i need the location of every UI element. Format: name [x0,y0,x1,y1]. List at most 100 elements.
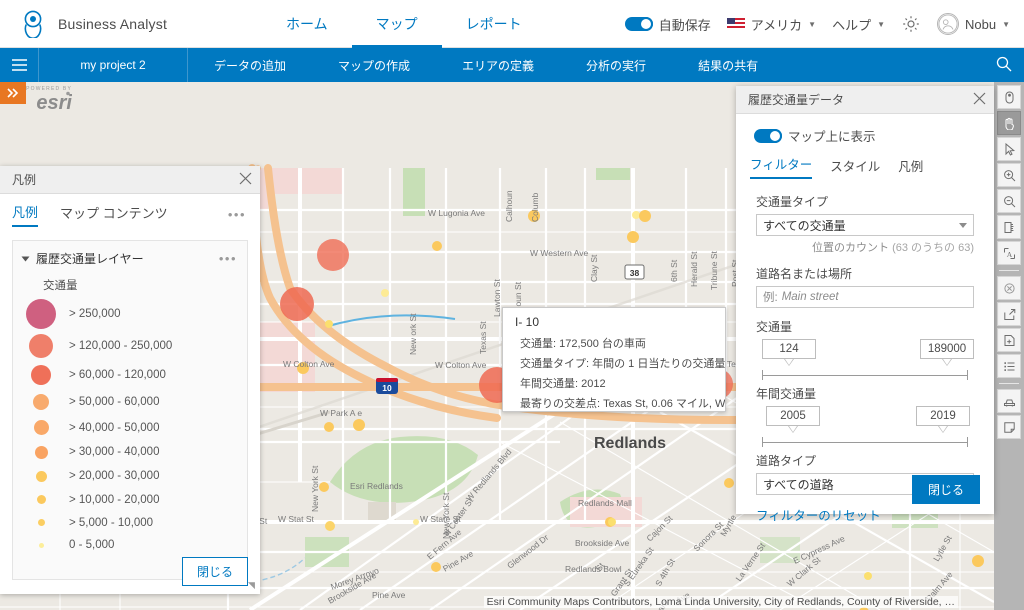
nav-map[interactable]: マップ [351,0,442,49]
tab-legend[interactable]: 凡例 [898,156,923,179]
filter-close-button[interactable]: 閉じる [911,475,980,504]
main-nav: ホーム マップ レポート [262,0,546,49]
svg-text:38: 38 [630,268,640,278]
nav-home[interactable]: ホーム [262,0,352,48]
ellipsis-icon[interactable]: ••• [219,251,237,266]
autosave-label: 自動保存 [658,17,711,33]
legend-class: > 50,000 - 60,000 [13,389,247,415]
show-on-map-toggle[interactable]: マップ上に表示 [736,114,994,153]
project-name[interactable]: my project 2 [38,48,188,82]
location-pin-icon [20,10,46,38]
svg-text:W Stat St: W Stat St [278,514,315,524]
nav-reports[interactable]: レポート [442,0,546,48]
select-arrow-icon[interactable] [997,137,1021,161]
hamburger-icon[interactable] [0,48,38,82]
volume-min-value[interactable]: 124 [762,339,816,366]
gear-icon [903,16,919,32]
legend-panel: 凡例 凡例 マップ コンテンツ ••• 履歴交通量レイヤー ••• 交通量 > … [0,166,260,594]
chevron-down-icon[interactable] [21,256,30,261]
export-icon[interactable] [997,302,1021,326]
legend-field-label: 交通量 [43,280,78,292]
ellipsis-icon[interactable]: ••• [228,207,246,222]
step-create-map[interactable]: マップの作成 [312,48,436,82]
svg-text:Brookside Ave: Brookside Ave [575,538,629,548]
legend-swatch [13,445,69,459]
tab-filter[interactable]: フィルター [750,154,813,179]
legend-class-label: > 50,000 - 60,000 [69,396,160,408]
year-max-value[interactable]: 2019 [916,406,970,433]
expand-panel-button[interactable] [0,82,26,104]
map-feature-popup[interactable]: I- 10 交通量: 172,500 台の車両 交通量タイプ: 年間の 1 日当… [502,307,726,412]
header-right: 自動保存 アメリカ ▼ ヘルプ ▼ Nobu ▼ [624,0,1010,48]
app-title: Business Analyst [58,16,168,32]
user-menu[interactable]: Nobu ▼ [937,13,1010,35]
reset-filters-link[interactable]: フィルターのリセット [756,505,881,524]
road-type-label: 道路タイプ [756,454,817,468]
year-range-slider[interactable]: 2005 2019 [756,406,974,450]
legend-class: 0 - 5,000 [13,534,247,556]
toolbar-divider [999,270,1019,271]
tab-legend[interactable]: 凡例 [12,202,39,227]
traffic-type-select[interactable]: すべての交通量 [756,214,974,236]
show-on-map-label: マップ上に表示 [788,130,876,144]
close-icon[interactable] [239,172,252,188]
location-count: 位置のカウント (63 のうちの 63) [756,239,974,255]
svg-text:W Colton Ave: W Colton Ave [283,359,335,369]
slider-min-cap [762,437,763,447]
legend-close-button[interactable]: 閉じる [181,557,248,586]
filter-panel: 履歴交通量データ マップ上に表示 フィルター スタイル 凡例 交通量タイプ すべ… [736,86,994,523]
top-header: Business Analyst ホーム マップ レポート 自動保存 アメリカ … [0,0,1024,49]
clear-icon[interactable] [997,276,1021,300]
settings-button[interactable] [901,14,921,34]
year-min-value[interactable]: 2005 [766,406,820,433]
zoom-out-icon[interactable] [997,189,1021,213]
step-add-data[interactable]: データの追加 [188,48,312,82]
add-page-icon[interactable] [997,328,1021,352]
country-selector[interactable]: アメリカ ▼ [726,15,816,34]
search-icon[interactable] [996,56,1012,75]
volume-max-value[interactable]: 189000 [920,339,974,366]
legend-swatch [13,542,69,548]
drive-time-icon[interactable] [997,389,1021,413]
add-text-icon[interactable]: A [997,241,1021,265]
legend-layer-row[interactable]: 履歴交通量レイヤー ••• [13,241,247,271]
slider-track[interactable] [762,442,968,443]
note-icon[interactable] [997,415,1021,439]
legend-class: > 120,000 - 250,000 [13,331,247,361]
legend-class-label: > 60,000 - 120,000 [69,369,166,381]
close-icon[interactable] [973,92,986,108]
filter-panel-header: 履歴交通量データ [736,86,994,114]
help-menu[interactable]: ヘルプ ▼ [832,15,885,34]
step-share-results[interactable]: 結果の共有 [672,48,784,82]
location-count-label: 位置のカウント [812,242,890,254]
svg-text:W Colton Ave: W Colton Ave [435,360,487,370]
bookmark-icon[interactable] [997,85,1021,109]
street-name-input[interactable]: 例: Main street [756,286,974,308]
traffic-type-value: すべての交通量 [763,218,846,233]
legend-class: > 30,000 - 40,000 [13,440,247,464]
resize-handle-icon[interactable]: ◥ [248,580,258,590]
step-define-area[interactable]: エリアの定義 [436,48,560,82]
svg-text:A: A [1006,250,1012,259]
double-chevron-right-icon [7,88,19,98]
street-name-label: 道路名または場所 [756,267,853,281]
year-label: 年間交通量 [756,387,817,401]
autosave-toggle[interactable]: 自動保存 [624,15,711,34]
legend-panel-header: 凡例 [0,166,260,194]
svg-text:Esri Redlands: Esri Redlands [350,481,403,491]
tab-map-contents[interactable]: マップ コンテンツ [60,203,168,226]
step-run-analysis[interactable]: 分析の実行 [560,48,672,82]
list-icon[interactable] [997,354,1021,378]
pan-hand-icon[interactable] [997,111,1021,135]
street-placeholder-prefix: 例: [763,292,778,304]
volume-range-slider[interactable]: 124 189000 [756,339,974,383]
tab-style[interactable]: スタイル [830,156,880,179]
slider-track[interactable] [762,375,968,376]
zoom-in-icon[interactable] [997,163,1021,187]
svg-text:New York St: New York St [310,465,320,512]
svg-text:Redlands Mall: Redlands Mall [578,498,632,508]
filter-form: 交通量タイプ すべての交通量 位置のカウント (63 のうちの 63) 道路名ま… [736,179,994,524]
measure-icon[interactable] [997,215,1021,239]
svg-text:Lawton St: Lawton St [492,279,502,317]
slider-min-cap [762,370,763,380]
